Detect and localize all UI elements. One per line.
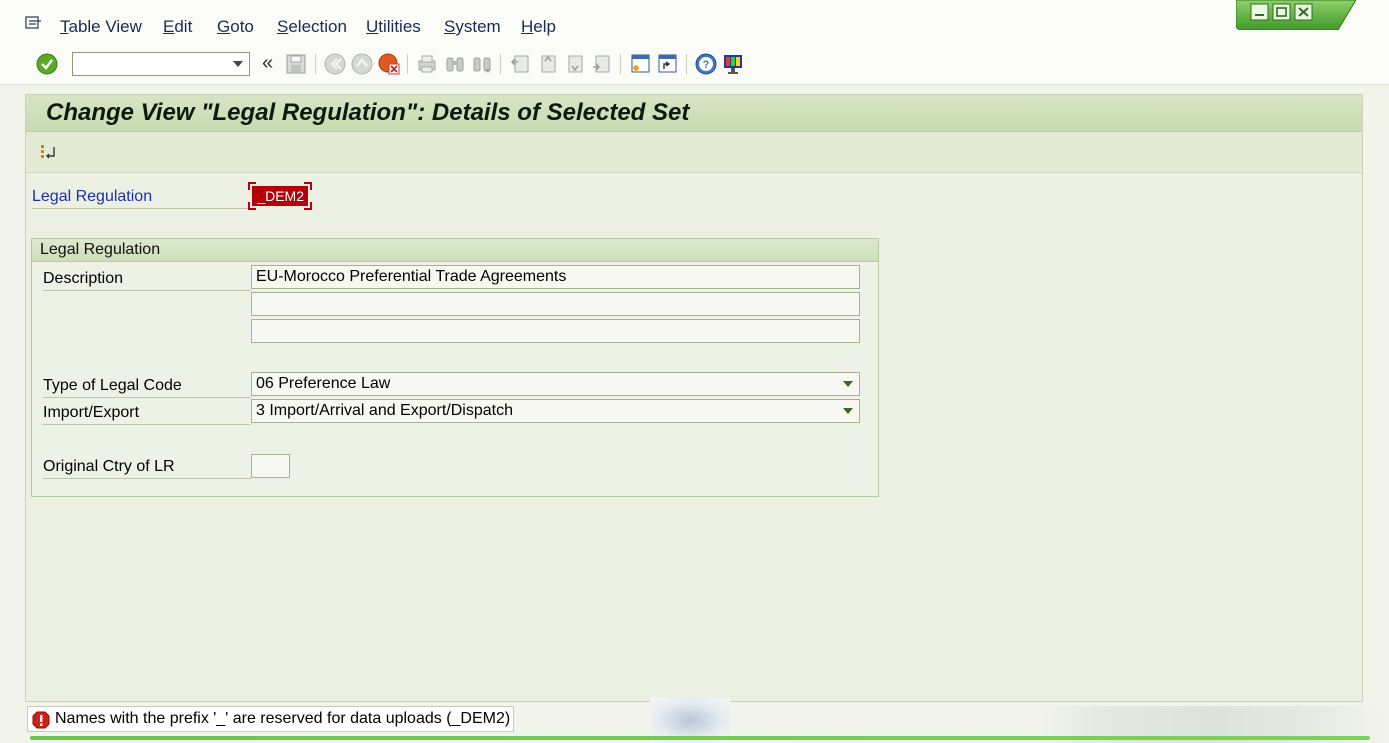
exit-icon[interactable] [351,53,373,75]
error-icon [32,711,50,729]
import-export-dropdown[interactable]: 3 Import/Arrival and Export/Dispatch [251,399,860,423]
window-controls [1236,0,1356,30]
type-of-legal-code-value: 06 Preference Law [256,375,391,392]
create-shortcut-icon[interactable] [656,53,678,75]
customize-layout-icon[interactable] [722,53,744,75]
label-underline [32,208,248,209]
import-export-label: Import/Export [43,404,140,421]
menu-mnemonic: S [444,17,456,36]
menu-label: able View [68,17,142,36]
status-accent-line [30,736,1370,740]
label-underline [43,290,251,291]
minimize-icon[interactable] [1250,3,1269,21]
menu-selection[interactable]: Selection [277,17,347,37]
menu-bar: Table View Edit Goto Selection Utilities… [0,0,1389,44]
menu-utilities[interactable]: Utilities [366,17,421,37]
description-line-3-input[interactable] [251,319,860,343]
menu-mnemonic: T [60,17,69,36]
menu-help[interactable]: Help [521,17,556,37]
menu-label: dit [174,17,193,36]
enter-check-icon[interactable] [36,53,58,75]
menu-mnemonic: G [217,17,231,36]
cancel-icon[interactable] [378,53,400,75]
chevron-down-icon[interactable] [843,381,853,387]
type-of-legal-code-dropdown[interactable]: 06 Preference Law [251,372,860,396]
menu-goto[interactable]: Goto [217,17,254,37]
previous-page-icon[interactable] [536,53,558,75]
toolbar-separator [407,54,408,74]
menu-label: election [288,17,347,36]
close-icon[interactable] [1294,3,1313,21]
menu-mnemonic: H [521,17,534,36]
original-country-input[interactable] [251,454,290,478]
print-icon[interactable] [416,53,438,75]
svg-text:?: ? [703,59,710,71]
legal-regulation-key-label: Legal Regulation [32,188,153,205]
system-menu-icon[interactable] [25,16,43,30]
back-icon[interactable] [324,53,346,75]
group-title: Legal Regulation [40,241,161,258]
group-header: Legal Regulation [32,239,878,262]
toolbar-separator [500,54,501,74]
legal-regulation-key-field[interactable]: _DEM2 [248,182,312,210]
last-page-icon[interactable] [590,53,612,75]
new-session-icon[interactable] [629,53,651,75]
save-icon[interactable] [285,53,307,75]
menu-mnemonic: U [366,17,379,36]
menu-edit[interactable]: Edit [163,17,192,37]
import-export-value: 3 Import/Arrival and Export/Dispatch [256,402,513,419]
title-bar: Change View "Legal Regulation": Details … [26,95,1362,132]
menu-table-view[interactable]: Table View [60,17,142,37]
application-toolbar [26,132,1362,173]
label-underline [43,424,251,425]
menu-label: tilities [378,17,421,36]
description-line-1-input[interactable]: EU-Morocco Preferential Trade Agreements [251,265,860,289]
toolbar-separator [620,54,621,74]
original-country-label: Original Ctry of LR [43,458,175,475]
status-message-text: Names with the prefix '_' are reserved f… [55,710,511,727]
toolbar-separator [686,54,687,74]
other-entry-icon[interactable] [40,144,58,162]
chevron-down-icon[interactable] [233,61,243,67]
chevron-down-icon[interactable] [843,408,853,414]
command-field[interactable] [72,52,250,76]
description-label: Description [43,270,124,287]
find-next-icon[interactable] [471,53,493,75]
page-title: Change View "Legal Regulation": Details … [46,99,690,126]
label-underline [43,478,251,479]
status-message[interactable]: Names with the prefix '_' are reserved f… [27,706,514,732]
menu-label: oto [230,17,254,36]
standard-toolbar: « ? [0,44,1389,85]
next-page-icon[interactable] [563,53,585,75]
maximize-icon[interactable] [1272,3,1291,21]
type-of-legal-code-label: Type of Legal Code [43,377,182,394]
legal-regulation-group: Legal Regulation Description EU-Morocco … [31,238,879,497]
label-underline [43,397,251,398]
legal-regulation-key-value: _DEM2 [252,186,308,206]
help-icon[interactable]: ? [695,53,717,75]
menu-mnemonic: E [163,17,175,36]
find-icon[interactable] [444,53,466,75]
first-page-icon[interactable] [509,53,531,75]
menu-system[interactable]: System [444,17,501,37]
toolbar-separator [315,54,316,74]
description-line-2-input[interactable] [251,292,860,316]
menu-label: elp [533,17,556,36]
menu-label: ystem [455,17,501,36]
menu-mnemonic: S [277,17,289,36]
screen-area: Change View "Legal Regulation": Details … [25,94,1363,702]
collapse-icon[interactable]: « [262,52,273,75]
